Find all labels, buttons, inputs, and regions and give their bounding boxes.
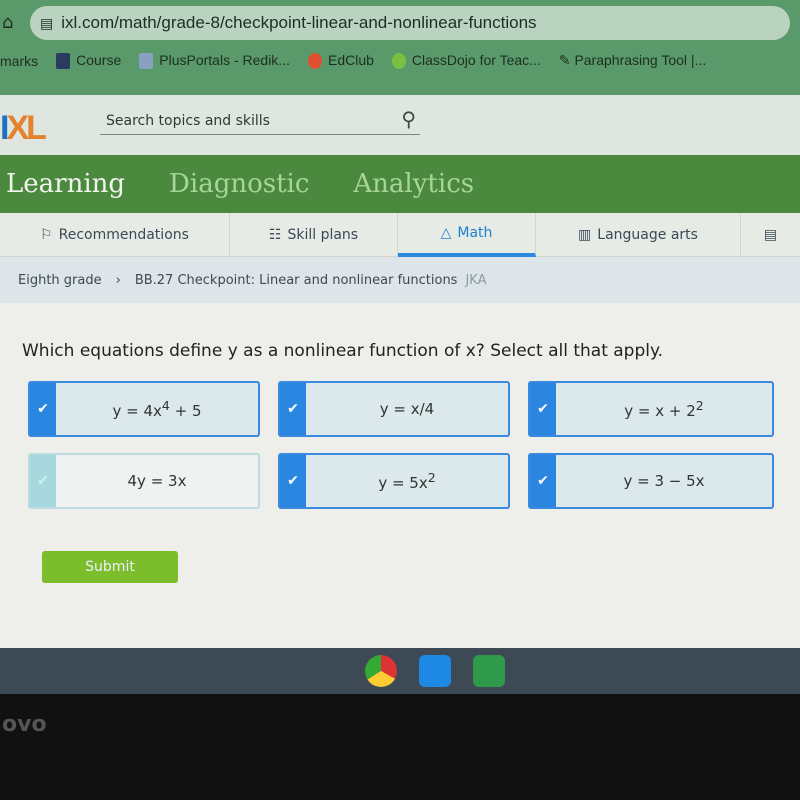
- bookmark-edclub[interactable]: EdClub: [307, 52, 374, 70]
- tab-label: Skill plans: [287, 226, 359, 243]
- home-icon[interactable]: ⌂: [2, 12, 13, 33]
- recommendations-icon: ⚐: [40, 226, 53, 243]
- option-label: y = 5x2: [378, 470, 436, 492]
- classroom-icon[interactable]: [473, 655, 505, 687]
- search-icon[interactable]: ⚲: [401, 107, 416, 131]
- option-label: y = x + 22: [624, 398, 704, 420]
- breadcrumb-grade[interactable]: Eighth grade: [18, 273, 102, 288]
- bookmark-label: Paraphrasing Tool |...: [574, 52, 707, 69]
- tab-math[interactable]: △ Math: [398, 212, 536, 257]
- answer-options: ✔ y = 4x4 + 5 ✔ y = x/4 ✔ y = x + 22 ✔ 4y = …: [28, 381, 774, 509]
- ixl-logo[interactable]: IXL: [0, 109, 47, 148]
- tab-more[interactable]: ▤: [741, 213, 800, 257]
- nav-learning[interactable]: Learning: [6, 169, 125, 199]
- checkmark-icon: ✔: [530, 455, 556, 507]
- option-1[interactable]: ✔ y = 4x4 + 5: [28, 381, 260, 437]
- device-brand: ovo: [2, 712, 47, 737]
- search-placeholder: Search topics and skills: [106, 113, 270, 129]
- math-icon: △: [440, 224, 452, 241]
- option-label: 4y = 3x: [127, 472, 187, 490]
- book-icon: ▥: [578, 226, 592, 243]
- checkmark-icon: ✔: [30, 455, 56, 507]
- option-6[interactable]: ✔ y = 3 − 5x: [528, 453, 774, 509]
- bookmark-label: Course: [76, 52, 122, 68]
- question-area: Which equations define y as a nonlinear …: [0, 303, 800, 648]
- tab-label: Math: [457, 224, 493, 241]
- tab-label: Language arts: [597, 226, 698, 243]
- edclub-icon: [307, 53, 322, 70]
- bookmark-plusportals[interactable]: PlusPortals - Redik...: [139, 52, 290, 70]
- browser-chrome: ⌂ ▤ ixl.com/math/grade-8/checkpoint-linea…: [0, 0, 800, 95]
- nav-diagnostic[interactable]: Diagnostic: [169, 169, 309, 199]
- option-3[interactable]: ✔ y = x + 22: [528, 381, 774, 437]
- search-input[interactable]: Search topics and skills ⚲: [100, 107, 420, 135]
- option-5[interactable]: ✔ y = 5x2: [278, 453, 510, 509]
- main-nav: Learning Diagnostic Analytics: [0, 155, 800, 213]
- question-text: Which equations define y as a nonlinear …: [22, 341, 664, 361]
- bookmark-classdojo[interactable]: ClassDojo for Teac...: [391, 52, 541, 70]
- address-bar[interactable]: ▤ ixl.com/math/grade-8/checkpoint-linear-…: [30, 6, 790, 40]
- bookmark-label: ClassDojo for Teac...: [411, 52, 541, 68]
- checkmark-icon: ✔: [530, 383, 556, 435]
- bookmark-label: EdClub: [327, 52, 374, 68]
- checkmark-icon: ✔: [280, 455, 306, 507]
- tab-language-arts[interactable]: ▥ Language arts: [536, 212, 741, 257]
- course-icon: [56, 53, 71, 70]
- ixl-header: IXL Search topics and skills ⚲: [0, 95, 800, 155]
- tab-label: Recommendations: [58, 226, 189, 243]
- bookmark-label: PlusPortals - Redik...: [159, 52, 290, 68]
- option-2[interactable]: ✔ y = x/4: [278, 381, 510, 437]
- nav-analytics[interactable]: Analytics: [353, 169, 474, 199]
- breadcrumb: Eighth grade › BB.27 Checkpoint: Linear …: [0, 257, 800, 303]
- subject-nav: ⚐ Recommendations ☷ Skill plans △ Math ▥ Lan…: [0, 212, 800, 257]
- clipboard-icon: ▤: [763, 226, 778, 243]
- skill-plans-icon: ☷: [268, 226, 282, 243]
- bookmarks-bar: marks Course PlusPortals - Redik... EdCl…: [0, 52, 706, 70]
- url-text: ixl.com/math/grade-8/checkpoint-linear-a…: [61, 13, 537, 32]
- bookmark-course[interactable]: Course: [56, 52, 122, 70]
- bookmark-marks[interactable]: marks: [0, 53, 38, 69]
- site-info-icon[interactable]: ▤: [40, 15, 53, 32]
- submit-button[interactable]: Submit: [42, 551, 178, 583]
- option-label: y = 3 − 5x: [623, 472, 705, 490]
- option-label: y = 4x4 + 5: [112, 398, 202, 420]
- chrome-icon[interactable]: [365, 655, 397, 687]
- checkmark-icon: ✔: [30, 383, 56, 435]
- option-4[interactable]: ✔ 4y = 3x: [28, 453, 260, 509]
- bookmark-paraphrasing[interactable]: ✎ Paraphrasing Tool |...: [559, 52, 706, 69]
- meet-icon[interactable]: [419, 655, 451, 687]
- pencil-icon: ✎: [558, 52, 575, 69]
- checkmark-icon: ✔: [280, 383, 306, 435]
- option-label: y = x/4: [379, 400, 435, 418]
- taskbar: [0, 648, 800, 694]
- skill-code: JKA: [465, 272, 487, 288]
- chevron-right-icon: ›: [115, 272, 121, 288]
- breadcrumb-skill: BB.27 Checkpoint: Linear and nonlinear f…: [134, 272, 458, 288]
- tab-recommendations[interactable]: ⚐ Recommendations: [0, 212, 230, 257]
- classdojo-icon: [391, 53, 406, 70]
- plusportals-icon: [139, 53, 154, 70]
- tab-skill-plans[interactable]: ☷ Skill plans: [230, 212, 398, 257]
